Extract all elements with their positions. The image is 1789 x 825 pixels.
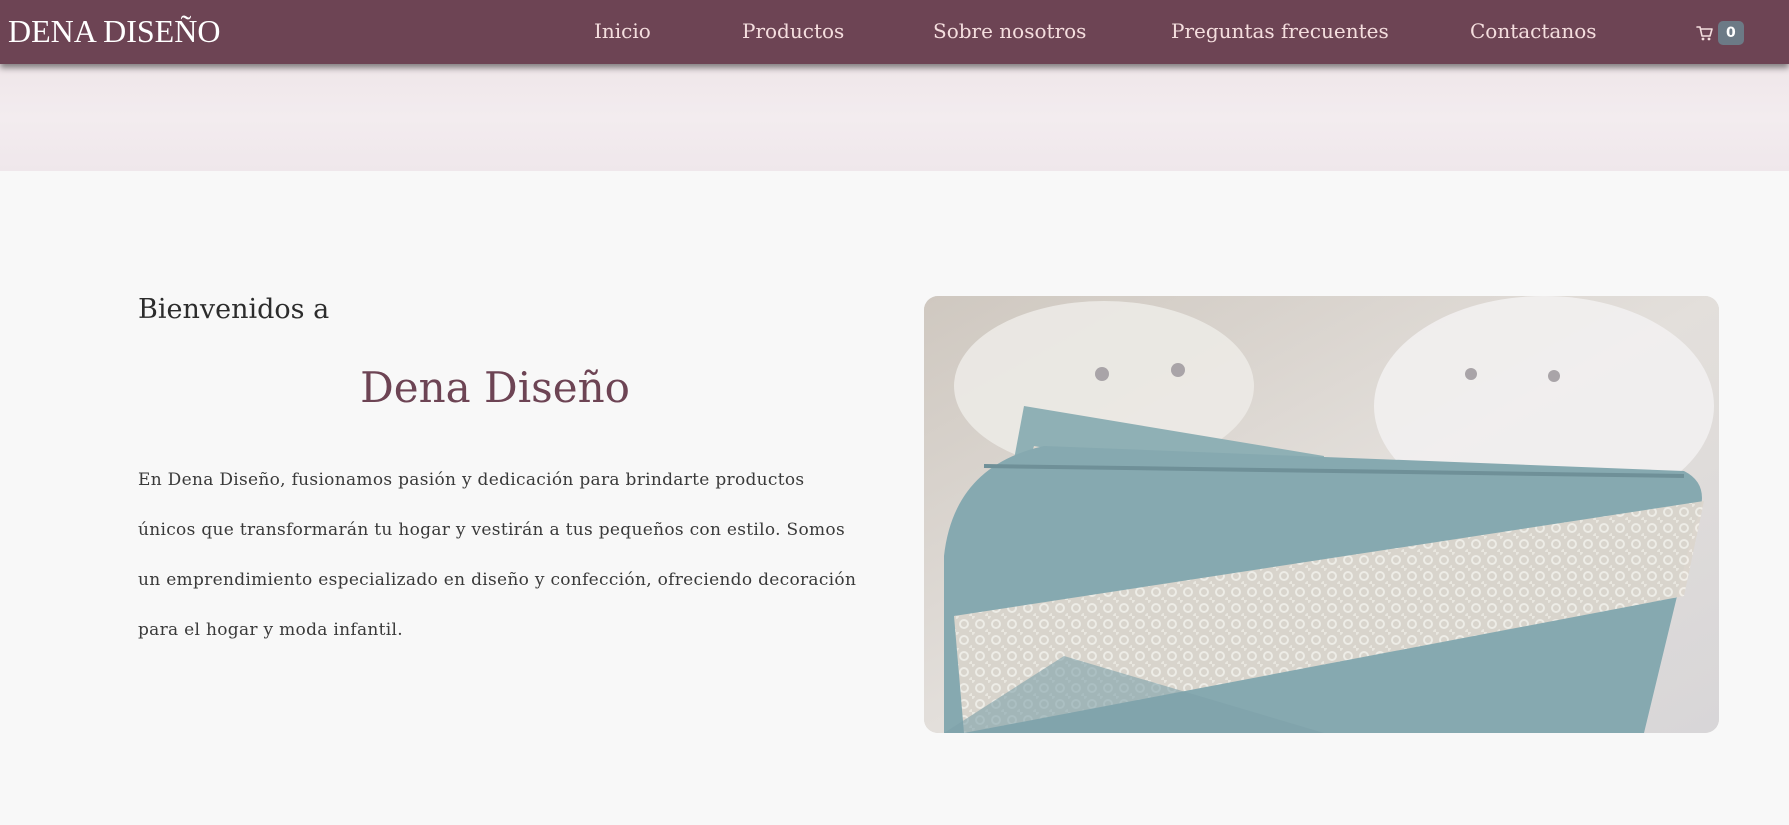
nav-link-contactanos[interactable]: Contactanos xyxy=(1470,18,1597,44)
about-paragraph: En Dena Diseño, fusionamos pasión y dedi… xyxy=(138,470,857,640)
page-title: Dena Diseño xyxy=(360,363,630,412)
top-navbar: DENA DISEÑO Inicio Productos Sobre nosot… xyxy=(0,0,1789,64)
cart-button[interactable]: 0 xyxy=(1696,20,1744,46)
cart-icon xyxy=(1696,26,1713,41)
nav-link-inicio[interactable]: Inicio xyxy=(594,18,651,44)
hero-banner xyxy=(0,64,1789,171)
cushions-photo xyxy=(924,296,1719,733)
brand-logo[interactable]: DENA DISEÑO xyxy=(8,12,220,50)
cart-count-badge: 0 xyxy=(1718,21,1744,45)
welcome-heading: Bienvenidos a xyxy=(138,294,330,325)
nav-link-productos[interactable]: Productos xyxy=(742,18,844,44)
nav-link-preguntas-frecuentes[interactable]: Preguntas frecuentes xyxy=(1171,18,1389,44)
nav-link-sobre-nosotros[interactable]: Sobre nosotros xyxy=(933,18,1086,44)
